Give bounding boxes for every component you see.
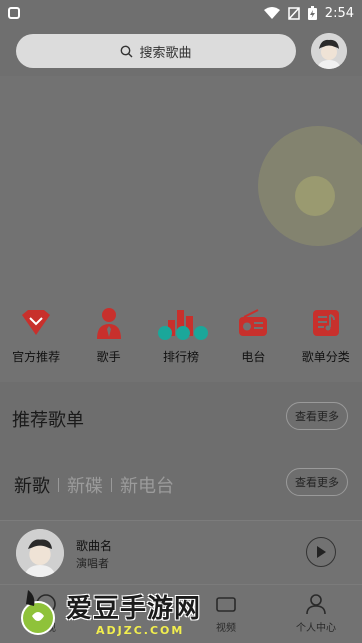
quick-nav-singer[interactable]: 歌手 — [74, 306, 144, 365]
tab-new-songs[interactable]: 新歌 — [14, 472, 50, 498]
watermark: 爱豆手游网 ADJZC.COM — [18, 586, 258, 640]
quick-nav-official-recommend[interactable]: 官方推荐 — [1, 306, 71, 365]
loading-dot — [158, 326, 172, 340]
tab-new-albums[interactable]: 新碟 — [67, 472, 103, 498]
watermark-sub: ADJZC.COM — [96, 624, 185, 637]
playlist-icon — [312, 310, 339, 336]
banner-carousel[interactable] — [0, 76, 362, 294]
tab-divider — [111, 478, 112, 492]
notification-icon — [8, 7, 20, 19]
loading-indicator — [158, 326, 208, 340]
avatar-icon — [16, 529, 64, 577]
play-icon — [317, 546, 326, 558]
recommend-playlist-section: 推荐歌单 查看更多 — [0, 382, 362, 452]
quick-nav-radio[interactable]: 电台 — [218, 306, 288, 365]
play-button[interactable] — [306, 537, 336, 567]
song-artist: 演唱者 — [76, 557, 109, 570]
view-more-button[interactable]: 查看更多 — [286, 402, 348, 430]
quick-nav-playlist-category[interactable]: 歌单分类 — [291, 306, 361, 365]
wifi-icon — [263, 6, 280, 19]
avatar-icon — [311, 33, 347, 69]
view-more-button[interactable]: 查看更多 — [286, 468, 348, 496]
tab-divider — [58, 478, 59, 492]
song-cover — [16, 529, 64, 577]
banner-decoration — [295, 176, 335, 216]
quick-nav-label: 歌手 — [96, 350, 121, 364]
heart-diamond-icon — [22, 310, 51, 335]
song-list-item[interactable]: 歌曲名 演唱者 — [0, 520, 362, 584]
loading-dot — [194, 326, 208, 340]
nav-label: 个人中心 — [296, 623, 336, 634]
user-avatar[interactable] — [311, 33, 347, 69]
header: 搜索歌曲 — [0, 26, 362, 76]
watermark-logo-icon — [21, 590, 55, 635]
new-section: 新歌 新碟 新电台 查看更多 — [0, 452, 362, 520]
watermark-text: 爱豆手游网 — [66, 594, 202, 624]
tab-new-radio[interactable]: 新电台 — [120, 472, 174, 498]
quick-nav-label: 官方推荐 — [12, 350, 61, 364]
quick-nav-label: 电台 — [241, 350, 266, 364]
search-placeholder: 搜索歌曲 — [139, 45, 192, 61]
battery-icon — [307, 6, 317, 20]
no-signal-icon — [288, 6, 300, 20]
singer-icon — [96, 308, 121, 339]
radio-icon — [239, 309, 268, 336]
search-icon — [121, 45, 133, 57]
clock: 2:54 — [324, 5, 354, 21]
quick-nav-label: 歌单分类 — [301, 350, 350, 364]
new-tabs: 新歌 新碟 新电台 — [14, 472, 174, 498]
nav-profile[interactable]: 个人中心 — [286, 593, 346, 634]
status-bar: 2:54 — [0, 0, 362, 26]
search-bar[interactable]: 搜索歌曲 — [16, 34, 296, 68]
song-title: 歌曲名 — [76, 539, 113, 553]
loading-dot — [176, 326, 190, 340]
quick-nav-label: 排行榜 — [162, 350, 199, 364]
section-title: 推荐歌单 — [12, 410, 84, 431]
person-icon — [306, 594, 326, 615]
